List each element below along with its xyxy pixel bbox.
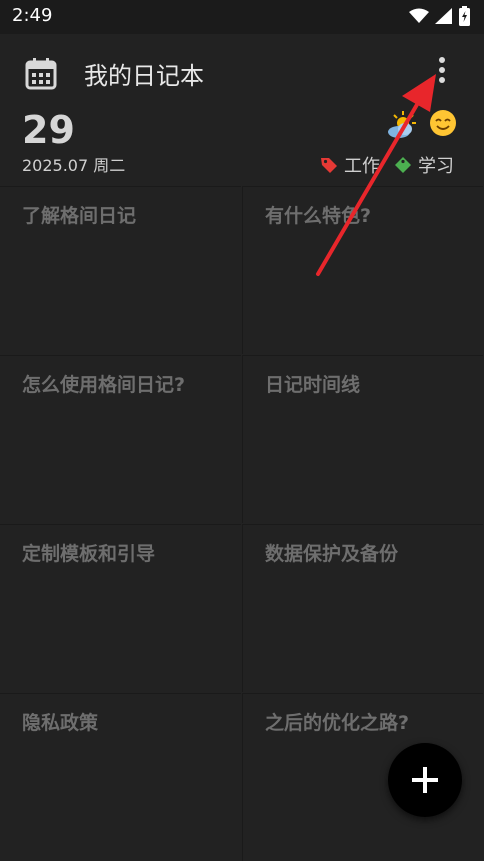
cell-title: 定制模板和引导 [22, 543, 156, 565]
status-icons [409, 6, 470, 26]
status-time: 2:49 [12, 5, 53, 26]
wifi-icon [409, 8, 429, 23]
cell-title: 隐私政策 [22, 712, 99, 734]
cell-title: 数据保护及备份 [265, 543, 399, 565]
tag-icon [321, 158, 337, 173]
grid-cell[interactable]: 怎么使用格间日记? [0, 355, 241, 523]
grid-cell[interactable]: 日记时间线 [242, 355, 483, 523]
grid-cell[interactable]: 定制模板和引导 [0, 524, 241, 692]
tag-label: 工作 [344, 156, 380, 177]
app-title: 我的日记本 [84, 62, 204, 90]
app-bar: 我的日记本 [0, 34, 484, 108]
cell-title: 了解格间日记 [22, 205, 137, 227]
partly-sunny-icon[interactable] [386, 110, 418, 140]
cell-title: 怎么使用格间日记? [22, 374, 186, 396]
add-entry-button[interactable] [388, 743, 462, 817]
status-bar: 2:49 [0, 0, 484, 34]
tag-icon [395, 157, 411, 173]
tag-work[interactable]: 工作 [320, 152, 380, 178]
tag-study[interactable]: 学习 [394, 152, 454, 178]
tag-list: 工作 学习 [320, 152, 454, 178]
calendar-button[interactable] [22, 54, 60, 92]
day-number: 29 [22, 108, 75, 152]
battery-icon [459, 6, 470, 26]
date-header[interactable]: 29 2025.07 周二 工作 学习 [0, 108, 484, 186]
tag-label: 学习 [418, 156, 454, 177]
more-options-button[interactable] [428, 52, 456, 92]
grid-cell[interactable]: 有什么特色? [242, 186, 483, 354]
calendar-icon [25, 58, 57, 90]
signal-icon [435, 8, 452, 24]
grid-cell[interactable]: 数据保护及备份 [242, 524, 483, 692]
more-vertical-icon [439, 57, 445, 83]
cell-title: 有什么特色? [265, 205, 372, 227]
smile-face-icon[interactable] [428, 108, 458, 138]
grid-cell[interactable]: 了解格间日记 [0, 186, 241, 354]
cell-title: 日记时间线 [265, 374, 361, 396]
plus-icon [412, 767, 438, 793]
grid-cell[interactable]: 隐私政策 [0, 693, 241, 861]
date-line: 2025.07 周二 [22, 156, 126, 175]
cell-title: 之后的优化之路? [265, 712, 410, 734]
